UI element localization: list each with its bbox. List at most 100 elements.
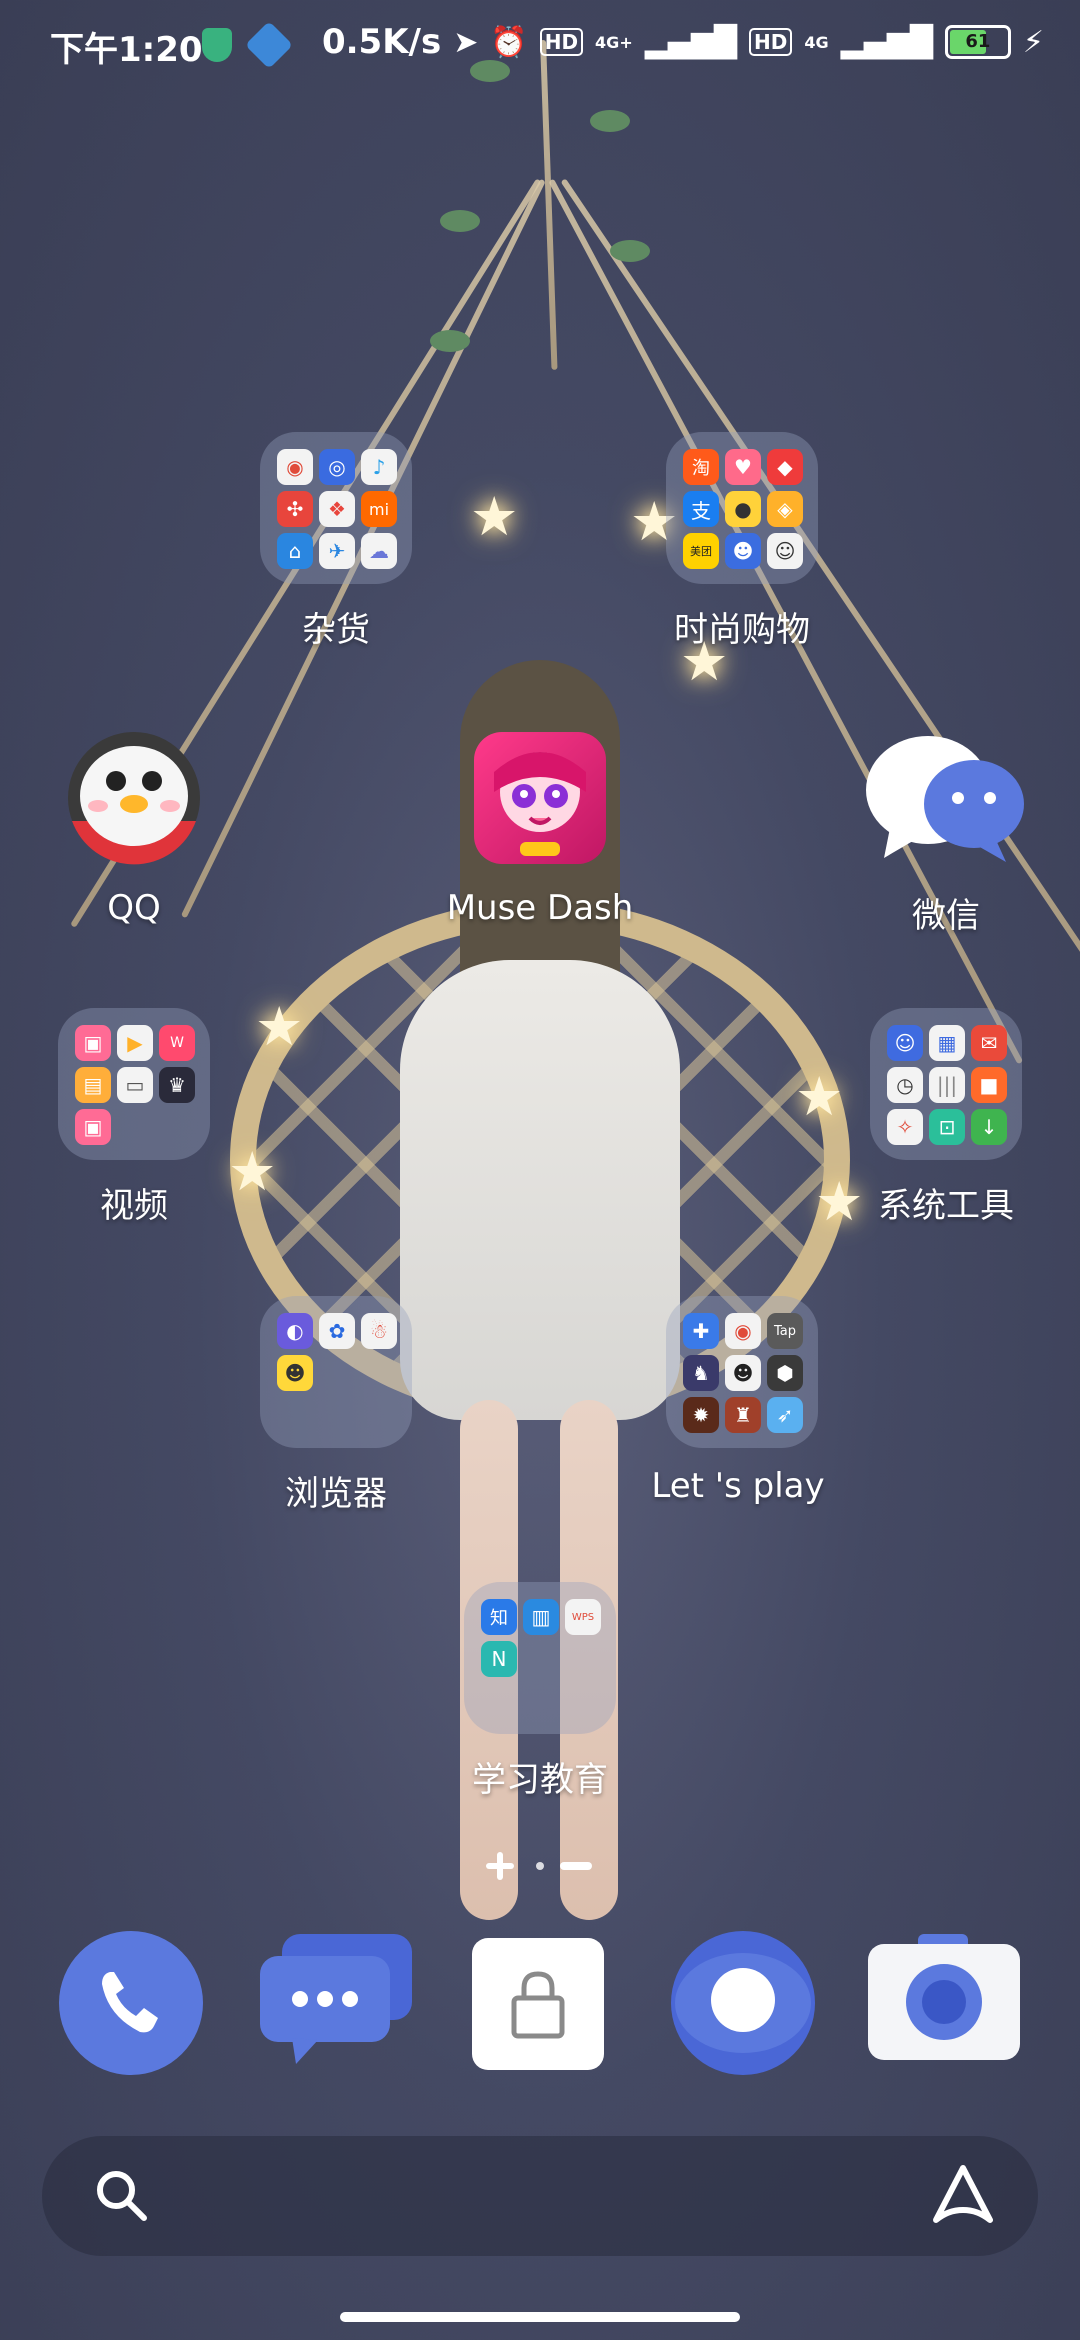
lock-icon bbox=[511, 1971, 565, 2039]
bilibili-icon: ▣ bbox=[75, 1109, 111, 1145]
cloud-icon: ☁ bbox=[361, 533, 397, 569]
play-icon: ▶ bbox=[117, 1025, 153, 1061]
wechat-icon bbox=[866, 736, 1024, 862]
app-label: QQ bbox=[107, 888, 161, 928]
phone-icon bbox=[59, 1931, 203, 2075]
mail-icon: ✉ bbox=[971, 1025, 1007, 1061]
heart-icon: ♥ bbox=[725, 449, 761, 485]
folder-label: 学习教育 bbox=[472, 1760, 608, 1800]
folder-browser[interactable]: ◐ ✿ ☃ ☻ bbox=[260, 1296, 412, 1448]
shield-icon bbox=[202, 28, 232, 62]
scanner-icon: ⊡ bbox=[929, 1109, 965, 1145]
taobao-icon: 淘 bbox=[683, 449, 719, 485]
duck-icon: ● bbox=[725, 491, 761, 527]
page-indicator[interactable] bbox=[484, 1846, 596, 1886]
leaf bbox=[430, 330, 470, 352]
hd-badge: HD bbox=[539, 28, 584, 56]
clock: 下午1:20 bbox=[50, 30, 203, 70]
browser-icon: ◐ bbox=[277, 1313, 313, 1349]
battery-icon: 61 bbox=[944, 25, 1011, 59]
game-icon: ♞ bbox=[683, 1355, 719, 1391]
star-light: ★ bbox=[795, 1065, 844, 1128]
qq-icon bbox=[68, 732, 200, 865]
taptap-icon: Tap bbox=[767, 1313, 803, 1349]
gamepad-icon: ✚ bbox=[683, 1313, 719, 1349]
hexagon-icon: ⬢ bbox=[767, 1355, 803, 1391]
alarm-icon: ⏰ bbox=[490, 24, 528, 60]
wechat-app[interactable] bbox=[866, 728, 1026, 868]
video-icon: ▤ bbox=[75, 1067, 111, 1103]
mascot-icon: ☃ bbox=[361, 1313, 397, 1349]
pinwheel-icon: ✣ bbox=[277, 491, 313, 527]
folder-tools[interactable]: ☺ ▦ ✉ ◷ ||| ■ ✧ ⊡ ↓ bbox=[870, 1008, 1022, 1160]
status-right: 0.5K/s ➤ ⏰ HD 4G+ ▂▄▆█ HD 4G ▂▄▆█ 61 ⚡ bbox=[322, 22, 1044, 62]
music-icon: ♪ bbox=[361, 449, 397, 485]
hd-badge: HD bbox=[749, 28, 793, 56]
search-icon[interactable] bbox=[92, 2166, 152, 2226]
wps-icon: WPS bbox=[565, 1599, 601, 1635]
phone-app[interactable] bbox=[58, 1930, 204, 2076]
camera-icon bbox=[868, 1934, 1020, 2060]
signal-icon: ▂▄▆█ bbox=[644, 24, 738, 60]
bilibili-icon: ▣ bbox=[75, 1025, 111, 1061]
assistant-icon[interactable] bbox=[928, 2162, 998, 2230]
leaf bbox=[610, 240, 650, 262]
bird-icon: ✈ bbox=[319, 533, 355, 569]
download-icon: ↓ bbox=[971, 1109, 1007, 1145]
folder-shopping[interactable]: 淘 ♥ ◆ 支 ● ◈ 美团 ☻ ☺ bbox=[666, 432, 818, 584]
recorder-icon: ||| bbox=[929, 1067, 965, 1103]
contacts-icon: ☺ bbox=[887, 1025, 923, 1061]
screen-recorder-icon: ■ bbox=[971, 1067, 1007, 1103]
folder-label: Let 's play bbox=[651, 1466, 825, 1506]
compass-icon: ✧ bbox=[887, 1109, 923, 1145]
musedash-icon bbox=[494, 752, 586, 856]
folder-education[interactable]: 知 ▥ WPS N bbox=[464, 1582, 616, 1734]
folder-play[interactable]: ✚ ◉ Tap ♞ ☻ ⬢ ✹ ♜ ➶ bbox=[666, 1296, 818, 1448]
messages-icon bbox=[260, 1934, 412, 2064]
camera-app[interactable] bbox=[866, 1930, 1022, 2076]
folder-label: 视频 bbox=[100, 1186, 168, 1226]
baidu-icon: ✿ bbox=[319, 1313, 355, 1349]
dog-icon: ☺ bbox=[767, 533, 803, 569]
tv-icon: ▭ bbox=[117, 1067, 153, 1103]
search-bar[interactable] bbox=[42, 2136, 1038, 2256]
calculator-icon: ▦ bbox=[929, 1025, 965, 1061]
network-type: 4G+ bbox=[595, 32, 633, 52]
charging-icon: ⚡ bbox=[1022, 24, 1044, 60]
folder-label: 杂货 bbox=[302, 610, 370, 650]
folder-video[interactable]: ▣ ▶ W ▤ ▭ ♛ ▣ bbox=[58, 1008, 210, 1160]
leaf bbox=[590, 110, 630, 132]
books-icon: ▥ bbox=[523, 1599, 559, 1635]
game-icon: ✹ bbox=[683, 1397, 719, 1433]
game-icon: ♜ bbox=[725, 1397, 761, 1433]
store-icon: ◆ bbox=[767, 449, 803, 485]
bag-icon: ◈ bbox=[767, 491, 803, 527]
rocket-icon: ➶ bbox=[767, 1397, 803, 1433]
folder-label: 浏览器 bbox=[285, 1474, 387, 1514]
leaf bbox=[440, 210, 480, 232]
app-label: 微信 bbox=[912, 896, 980, 936]
home-indicator[interactable] bbox=[340, 2312, 740, 2322]
browser-app[interactable] bbox=[670, 1930, 816, 2076]
star-light: ★ bbox=[255, 995, 304, 1058]
app-icon: ❖ bbox=[319, 491, 355, 527]
signal-icon: ▂▄▆█ bbox=[840, 24, 933, 60]
panda-icon: ☻ bbox=[725, 1355, 761, 1391]
network-type: 4G bbox=[804, 32, 829, 52]
status-bar: 下午1:20 0.5K/s ➤ ⏰ HD 4G+ ▂▄▆█ HD 4G ▂▄▆█… bbox=[0, 0, 1080, 90]
net-speed: 0.5K/s bbox=[321, 22, 442, 62]
app-icon: ⌂ bbox=[277, 533, 313, 569]
notes-icon: N bbox=[481, 1641, 517, 1677]
musedash-app[interactable] bbox=[474, 732, 606, 864]
translate-icon bbox=[244, 20, 294, 70]
anime-icon: ♛ bbox=[159, 1067, 195, 1103]
messages-app[interactable] bbox=[256, 1930, 416, 2076]
chick-icon: ☻ bbox=[277, 1355, 313, 1391]
page-dots bbox=[486, 1852, 592, 1880]
zhihu-icon: 知 bbox=[481, 1599, 517, 1635]
folder-label: 时尚购物 bbox=[674, 610, 810, 650]
folder-misc[interactable]: ◉ ◎ ♪ ✣ ❖ mi ⌂ ✈ ☁ bbox=[260, 432, 412, 584]
radio-icon: ◎ bbox=[319, 449, 355, 485]
security-app[interactable] bbox=[472, 1938, 604, 2070]
qq-app[interactable] bbox=[64, 726, 204, 876]
